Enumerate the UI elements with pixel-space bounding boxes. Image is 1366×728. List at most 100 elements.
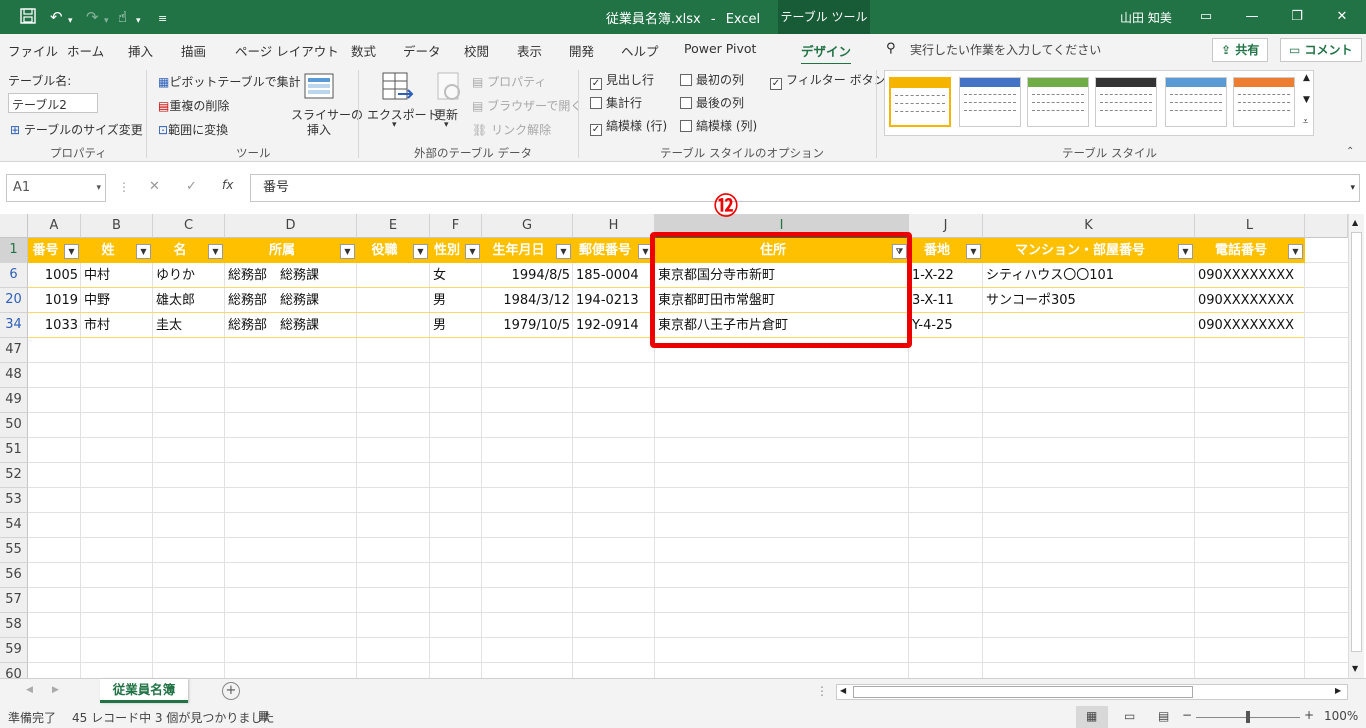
cancel-icon[interactable]: ✕ bbox=[149, 179, 160, 194]
row-header[interactable]: 49 bbox=[0, 388, 28, 413]
customize-qat-icon[interactable]: ≡ bbox=[158, 10, 167, 28]
table-cell[interactable]: Y-4-25 bbox=[909, 313, 983, 338]
unlink-button[interactable]: ⛓ リンク解除 bbox=[472, 121, 551, 138]
collapse-ribbon-icon[interactable]: ⌃ bbox=[1346, 146, 1354, 157]
tab-formulas[interactable]: 数式 bbox=[351, 41, 376, 60]
filter-button-checkbox[interactable]: ✓ フィルター ボタン bbox=[770, 71, 886, 90]
tab-insert[interactable]: 挿入 bbox=[128, 41, 153, 60]
table-cell[interactable]: 1-X-22 bbox=[909, 263, 983, 288]
filter-dropdown-icon[interactable]: ▼ bbox=[966, 244, 981, 259]
last-column-checkbox[interactable]: 最後の列 bbox=[680, 94, 744, 111]
banded-columns-check[interactable] bbox=[680, 120, 692, 132]
horizontal-scroll-thumb[interactable] bbox=[853, 686, 1193, 698]
filter-button-check[interactable]: ✓ bbox=[770, 78, 782, 90]
minimize-icon[interactable]: — bbox=[1240, 7, 1264, 27]
horizontal-scrollbar[interactable]: ◀ ▶ bbox=[836, 684, 1348, 700]
table-cell[interactable] bbox=[357, 288, 430, 313]
tab-draw[interactable]: 描画 bbox=[181, 41, 206, 60]
restore-icon[interactable]: ❐ bbox=[1285, 7, 1309, 27]
row-header[interactable]: 53 bbox=[0, 488, 28, 513]
ribbon-display-icon[interactable]: ▭ bbox=[1194, 7, 1218, 27]
table-cell[interactable]: 女 bbox=[430, 263, 482, 288]
zoom-level[interactable]: 100% bbox=[1324, 709, 1358, 723]
table-cell[interactable]: 090XXXXXXXX bbox=[1195, 288, 1305, 313]
row-header[interactable]: 60 bbox=[0, 663, 28, 678]
filter-dropdown-icon[interactable]: ▼ bbox=[136, 244, 151, 259]
name-box-dropdown-icon[interactable]: ▾ bbox=[96, 175, 101, 201]
table-cell[interactable]: 1005 bbox=[28, 263, 81, 288]
table-header-cell[interactable]: 姓 ▼ bbox=[81, 238, 153, 263]
table-cell[interactable]: 185-0004 bbox=[573, 263, 655, 288]
filter-dropdown-icon[interactable]: ▼ bbox=[1178, 244, 1193, 259]
tab-split-icon[interactable]: ⋮ bbox=[816, 684, 828, 698]
refresh-icon[interactable] bbox=[432, 70, 466, 104]
table-cell[interactable]: 雄太郎 bbox=[153, 288, 225, 313]
table-header-cell[interactable]: 性別 ▼ bbox=[430, 238, 482, 263]
banded-rows-check[interactable]: ✓ bbox=[590, 124, 602, 136]
zoom-in-icon[interactable]: + bbox=[1304, 708, 1314, 722]
redo-dropdown-icon[interactable]: ▾ bbox=[104, 12, 109, 30]
column-header-l[interactable]: L bbox=[1195, 214, 1305, 238]
remove-duplicates-button[interactable]: ▤重複の削除 bbox=[158, 97, 229, 114]
last-column-check[interactable] bbox=[680, 97, 692, 109]
total-row-checkbox[interactable]: 集計行 bbox=[590, 94, 642, 111]
tab-developer[interactable]: 開発 bbox=[569, 41, 594, 60]
properties-button[interactable]: ▤ プロパティ bbox=[472, 73, 546, 90]
share-button[interactable]: ⇪ 共有 bbox=[1212, 38, 1269, 62]
table-cell[interactable]: 090XXXXXXXX bbox=[1195, 263, 1305, 288]
table-style-swatch[interactable] bbox=[1095, 77, 1157, 127]
table-cell[interactable]: 圭太 bbox=[153, 313, 225, 338]
table-cell[interactable]: 1033 bbox=[28, 313, 81, 338]
row-header[interactable]: 54 bbox=[0, 513, 28, 538]
table-header-cell[interactable]: 郵便番号 ▼ bbox=[573, 238, 655, 263]
convert-to-range-button[interactable]: ⊡範囲に変換 bbox=[158, 121, 228, 138]
export-button[interactable]: エクスポート bbox=[367, 106, 439, 123]
row-header[interactable]: 48 bbox=[0, 363, 28, 388]
formula-input[interactable]: 番号 ▾ bbox=[250, 174, 1360, 202]
resize-table-button[interactable]: ⊞ テーブルのサイズ変更 bbox=[10, 121, 143, 138]
row-header[interactable]: 1 bbox=[0, 238, 28, 263]
table-cell[interactable]: 3-X-11 bbox=[909, 288, 983, 313]
close-icon[interactable]: ✕ bbox=[1330, 7, 1354, 27]
table-cell[interactable]: サンコーポ305 bbox=[983, 288, 1195, 313]
row-header[interactable]: 6 bbox=[0, 263, 28, 288]
table-cell[interactable]: 192-0914 bbox=[573, 313, 655, 338]
header-row-checkbox[interactable]: ✓ 見出し行 bbox=[590, 71, 654, 90]
table-cell[interactable]: 総務部 総務課 bbox=[225, 263, 357, 288]
table-header-cell[interactable]: 役職 ▼ bbox=[357, 238, 430, 263]
row-header[interactable]: 20 bbox=[0, 288, 28, 313]
enter-icon[interactable]: ✓ bbox=[186, 179, 197, 194]
table-header-cell[interactable]: 番地 ▼ bbox=[909, 238, 983, 263]
table-cell[interactable]: 男 bbox=[430, 313, 482, 338]
column-header-h[interactable]: H bbox=[573, 214, 655, 238]
table-cell[interactable]: シティハウス〇〇101 bbox=[983, 263, 1195, 288]
expand-formula-icon[interactable]: ▾ bbox=[1350, 175, 1355, 201]
row-header[interactable]: 55 bbox=[0, 538, 28, 563]
refresh-dropdown-icon[interactable]: ▾ bbox=[444, 120, 449, 130]
table-cell[interactable]: 090XXXXXXXX bbox=[1195, 313, 1305, 338]
export-dropdown-icon[interactable]: ▾ bbox=[392, 120, 397, 130]
insert-slicer-label-2[interactable]: 挿入 bbox=[307, 121, 331, 138]
tab-power-pivot[interactable]: Power Pivot bbox=[684, 41, 756, 56]
row-header[interactable]: 50 bbox=[0, 413, 28, 438]
tab-help[interactable]: ヘルプ bbox=[621, 41, 659, 60]
scroll-up-icon[interactable]: ▲ bbox=[1352, 218, 1358, 227]
column-header-a[interactable]: A bbox=[28, 214, 81, 238]
filter-dropdown-icon[interactable]: ▼ bbox=[1288, 244, 1303, 259]
prev-sheet-icon[interactable]: ◀ bbox=[26, 685, 33, 695]
table-header-cell[interactable]: マンション・部屋番号 ▼ bbox=[983, 238, 1195, 263]
page-break-view-icon[interactable]: ▤ bbox=[1158, 709, 1169, 723]
header-row-check[interactable]: ✓ bbox=[590, 78, 602, 90]
gallery-down-icon[interactable]: ▼ bbox=[1303, 95, 1310, 105]
table-cell[interactable]: 総務部 総務課 bbox=[225, 288, 357, 313]
table-header-cell[interactable]: 名 ▼ bbox=[153, 238, 225, 263]
table-header-cell[interactable]: 番号 ▼ bbox=[28, 238, 81, 263]
table-cell[interactable]: 男 bbox=[430, 288, 482, 313]
save-icon[interactable] bbox=[20, 8, 36, 28]
table-cell[interactable]: 1019 bbox=[28, 288, 81, 313]
table-cell[interactable]: 市村 bbox=[81, 313, 153, 338]
row-header[interactable]: 34 bbox=[0, 313, 28, 338]
tab-review[interactable]: 校閲 bbox=[464, 41, 489, 60]
zoom-slider-thumb[interactable] bbox=[1246, 711, 1250, 723]
row-header[interactable]: 57 bbox=[0, 588, 28, 613]
